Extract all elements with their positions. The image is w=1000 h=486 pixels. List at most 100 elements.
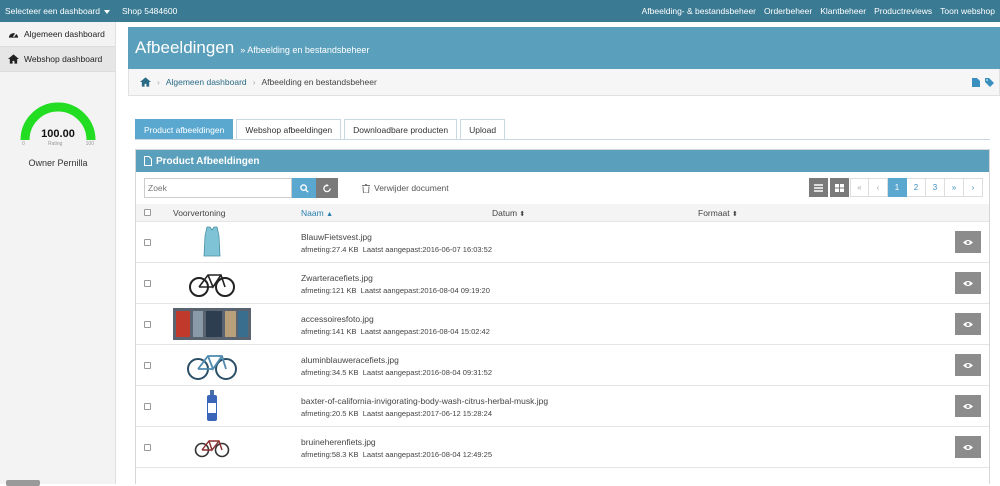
row-checkbox[interactable]: [144, 444, 151, 451]
pager-prev[interactable]: ‹: [869, 178, 888, 197]
refresh-icon: [322, 183, 331, 192]
view-button[interactable]: [955, 436, 981, 458]
table-row[interactable]: Zwarteracefiets.jpg afmeting:121 KB Laats…: [136, 263, 989, 304]
chevron-right-icon: ›: [252, 77, 256, 87]
rating-gauge: 100.00 0 Rating 100: [20, 100, 96, 150]
file-meta: afmeting:27.4 KB Laatst aangepast:2016-0…: [301, 245, 492, 254]
view-button[interactable]: [955, 272, 981, 294]
pager-page-2[interactable]: 2: [907, 178, 926, 197]
nav-customers[interactable]: Klantbeheer: [820, 6, 866, 16]
file-icon: [144, 156, 152, 166]
home-icon: [8, 54, 19, 64]
row-checkbox[interactable]: [144, 280, 151, 287]
file-name: BlauwFietsvest.jpg: [301, 232, 372, 242]
file-modified: Laatst aangepast:2016-08-04 09:31:52: [362, 368, 492, 377]
home-icon[interactable]: [140, 77, 151, 87]
search-input[interactable]: [144, 178, 292, 198]
file-modified: Laatst aangepast:2017-06-12 15:28:24: [362, 409, 492, 418]
nav-orders[interactable]: Orderbeheer: [764, 6, 812, 16]
dashboard-select[interactable]: Selecteer een dashboard: [5, 6, 110, 16]
sidebar-item-webshop-dashboard[interactable]: Webshop dashboard: [0, 47, 115, 72]
reset-button[interactable]: [316, 178, 338, 198]
search-icon: [299, 183, 309, 193]
row-checkbox[interactable]: [144, 362, 151, 369]
gauge-max: 100: [85, 141, 94, 147]
col-format[interactable]: Formaat ⬍: [698, 208, 738, 218]
nav-product-reviews[interactable]: Productreviews: [874, 6, 932, 16]
row-checkbox[interactable]: [144, 321, 151, 328]
shop-label: Shop 5484600: [122, 6, 178, 16]
select-all-checkbox[interactable]: [144, 209, 151, 216]
eye-icon: [963, 403, 973, 409]
view-button[interactable]: [955, 231, 981, 253]
sidebar-item-label: Webshop dashboard: [24, 54, 103, 64]
file-name: accessoiresfoto.jpg: [301, 314, 374, 324]
col-name[interactable]: Naam ▲: [301, 208, 333, 218]
tab-downloadable-products[interactable]: Downloadbare producten: [344, 119, 458, 140]
dashboard-select-label: Selecteer een dashboard: [5, 6, 100, 16]
sidebar-item-general-dashboard[interactable]: Algemeen dashboard: [0, 22, 115, 47]
search-button[interactable]: [292, 178, 316, 198]
file-name: aluminblauweracefiets.jpg: [301, 355, 399, 365]
eye-icon: [963, 239, 973, 245]
file-size: afmeting:58.3 KB: [301, 450, 359, 459]
view-button[interactable]: [955, 395, 981, 417]
page-subtitle: » Afbeelding en bestandsbeheer: [240, 45, 369, 55]
nav-image-management[interactable]: Afbeelding- & bestandsbeheer: [642, 6, 756, 16]
chevron-right-icon: ›: [157, 77, 160, 87]
file-meta: afmeting:58.3 KB Laatst aangepast:2016-0…: [301, 450, 492, 459]
image-thumbnail[interactable]: [173, 225, 251, 259]
image-thumbnail[interactable]: [173, 389, 251, 423]
product-images-panel: Product Afbeeldingen Verwijder document: [135, 149, 990, 484]
file-modified: Laatst aangepast:2016-08-04 12:49:25: [362, 450, 492, 459]
delete-document-button[interactable]: Verwijder document: [362, 183, 449, 193]
col-format-label: Formaat: [698, 207, 730, 218]
table-row[interactable]: BlauwFietsvest.jpg afmeting:27.4 KB Laats…: [136, 222, 989, 263]
list-icon: [814, 183, 823, 192]
pager-next[interactable]: ›: [964, 178, 983, 197]
pager-first[interactable]: «: [850, 178, 869, 197]
trash-icon: [362, 183, 370, 193]
image-thumbnail[interactable]: [173, 266, 251, 300]
file-meta: afmeting:141 KB Laatst aangepast:2016-08…: [301, 327, 490, 336]
breadcrumb-general-dashboard[interactable]: Algemeen dashboard: [166, 77, 247, 87]
tab-upload[interactable]: Upload: [460, 119, 506, 140]
table-row[interactable]: baxter-of-california-invigorating-body-w…: [136, 386, 989, 427]
file-modified: Laatst aangepast:2016-08-04 09:19:20: [360, 286, 490, 295]
table-row[interactable]: aluminblauweracefiets.jpg afmeting:34.5 K…: [136, 345, 989, 386]
file-meta: afmeting:20.5 KB Laatst aangepast:2017-0…: [301, 409, 492, 418]
row-checkbox[interactable]: [144, 239, 151, 246]
page-header: Afbeeldingen » Afbeelding en bestandsbeh…: [128, 27, 1000, 69]
file-modified: Laatst aangepast:2016-06-07 16:03:52: [362, 245, 492, 254]
tab-product-images[interactable]: Product afbeeldingen: [135, 119, 234, 140]
view-button[interactable]: [955, 313, 981, 335]
grid-icon: [835, 183, 844, 192]
image-thumbnail[interactable]: [173, 307, 251, 341]
panel-title-text: Product Afbeeldingen: [156, 155, 260, 167]
scroll-handle[interactable]: [6, 480, 40, 486]
breadcrumb: › Algemeen dashboard › Afbeelding en bes…: [128, 69, 1000, 96]
view-button[interactable]: [955, 354, 981, 376]
top-navbar: Selecteer een dashboard Shop 5484600 Afb…: [0, 0, 1000, 22]
image-thumbnail[interactable]: [173, 430, 251, 464]
sort-icon: ⬍: [519, 210, 526, 218]
table-row[interactable]: bruineherenfiets.jpg afmeting:58.3 KB Laa…: [136, 427, 989, 468]
list-view-button[interactable]: [809, 178, 828, 197]
grid-view-button[interactable]: [830, 178, 849, 197]
panel-toolbar: Verwijder document « ‹ 1 2 3 » ›: [136, 172, 989, 204]
nav-show-webshop[interactable]: Toon webshop: [940, 6, 995, 16]
image-thumbnail[interactable]: [173, 348, 251, 382]
row-checkbox[interactable]: [144, 403, 151, 410]
pager-last[interactable]: »: [945, 178, 964, 197]
col-date[interactable]: Datum ⬍: [492, 208, 525, 218]
tachometer-icon: [8, 32, 19, 38]
tags-icon[interactable]: [985, 77, 994, 87]
pager-page-1[interactable]: 1: [888, 178, 907, 197]
tab-webshop-images[interactable]: Webshop afbeeldingen: [236, 119, 342, 140]
file-size: afmeting:121 KB: [301, 286, 357, 295]
file-icon[interactable]: [972, 77, 980, 87]
table-row[interactable]: accessoiresfoto.jpg afmeting:141 KB Laats…: [136, 304, 989, 345]
file-size: afmeting:20.5 KB: [301, 409, 359, 418]
gauge-min: 0: [22, 141, 25, 147]
pager-page-3[interactable]: 3: [926, 178, 945, 197]
